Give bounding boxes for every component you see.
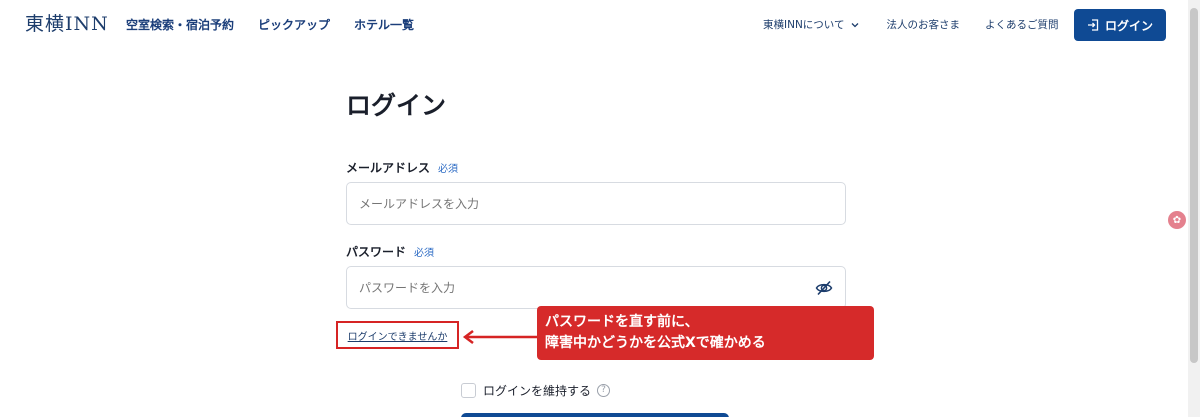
site-logo[interactable]: 東横INN <box>25 13 109 35</box>
site-header: 東横INN 空室検索・宿泊予約 ピックアップ ホテル一覧 東横INNについて 法… <box>0 0 1188 50</box>
password-field[interactable] <box>346 266 846 309</box>
chevron-down-icon <box>851 23 858 28</box>
nav-pickup[interactable]: ピックアップ <box>258 17 330 33</box>
scrollbar-thumb[interactable] <box>1190 8 1198 363</box>
header-login-label: ログイン <box>1104 18 1153 33</box>
password-label-text: パスワード <box>346 245 407 259</box>
annotation-arrow <box>462 330 537 344</box>
page: 東横INN 空室検索・宿泊予約 ピックアップ ホテル一覧 東横INNについて 法… <box>0 0 1200 417</box>
nav-room-search[interactable]: 空室検索・宿泊予約 <box>126 17 234 33</box>
login-submit-button[interactable] <box>461 413 729 417</box>
scrollbar[interactable] <box>1188 0 1200 417</box>
eye-slash-icon[interactable] <box>815 279 833 297</box>
sub-nav: 東横INNについて 法人のお客さま よくあるご質問 <box>763 17 1059 33</box>
keep-login-option[interactable]: ログインを維持する ? <box>461 382 611 399</box>
nav-faq[interactable]: よくあるご質問 <box>985 17 1059 33</box>
nav-hotel-list[interactable]: ホテル一覧 <box>354 17 414 33</box>
email-field[interactable] <box>346 182 846 225</box>
nav-about-label: 東横INNについて <box>763 19 845 31</box>
password-label: パスワード 必須 <box>346 244 434 262</box>
page-title: ログイン <box>346 91 447 120</box>
help-icon[interactable]: ? <box>597 384 611 397</box>
nav-about-dropdown[interactable]: 東横INNについて <box>763 17 859 33</box>
login-icon <box>1087 19 1099 31</box>
main-nav: 空室検索・宿泊予約 ピックアップ ホテル一覧 <box>126 17 438 33</box>
header-login-button[interactable]: ログイン <box>1074 9 1166 41</box>
floating-widget-icon[interactable]: ✿ <box>1168 211 1186 229</box>
cant-login-link[interactable]: ログインできませんか <box>336 321 459 349</box>
nav-corporate[interactable]: 法人のお客さま <box>887 17 961 33</box>
email-label-text: メールアドレス <box>346 161 431 175</box>
required-badge: 必須 <box>414 248 435 259</box>
callout-line-1: パスワードを直す前に、 <box>545 314 699 330</box>
annotation-callout: パスワードを直す前に、 障害中かどうかを公式Xで確かめる <box>537 306 874 360</box>
keep-login-label: ログインを維持する <box>483 384 592 398</box>
required-badge: 必須 <box>438 164 459 175</box>
callout-line-2: 障害中かどうかを公式Xで確かめる <box>545 335 766 351</box>
keep-login-checkbox[interactable] <box>461 383 476 398</box>
email-label: メールアドレス 必須 <box>346 160 458 178</box>
